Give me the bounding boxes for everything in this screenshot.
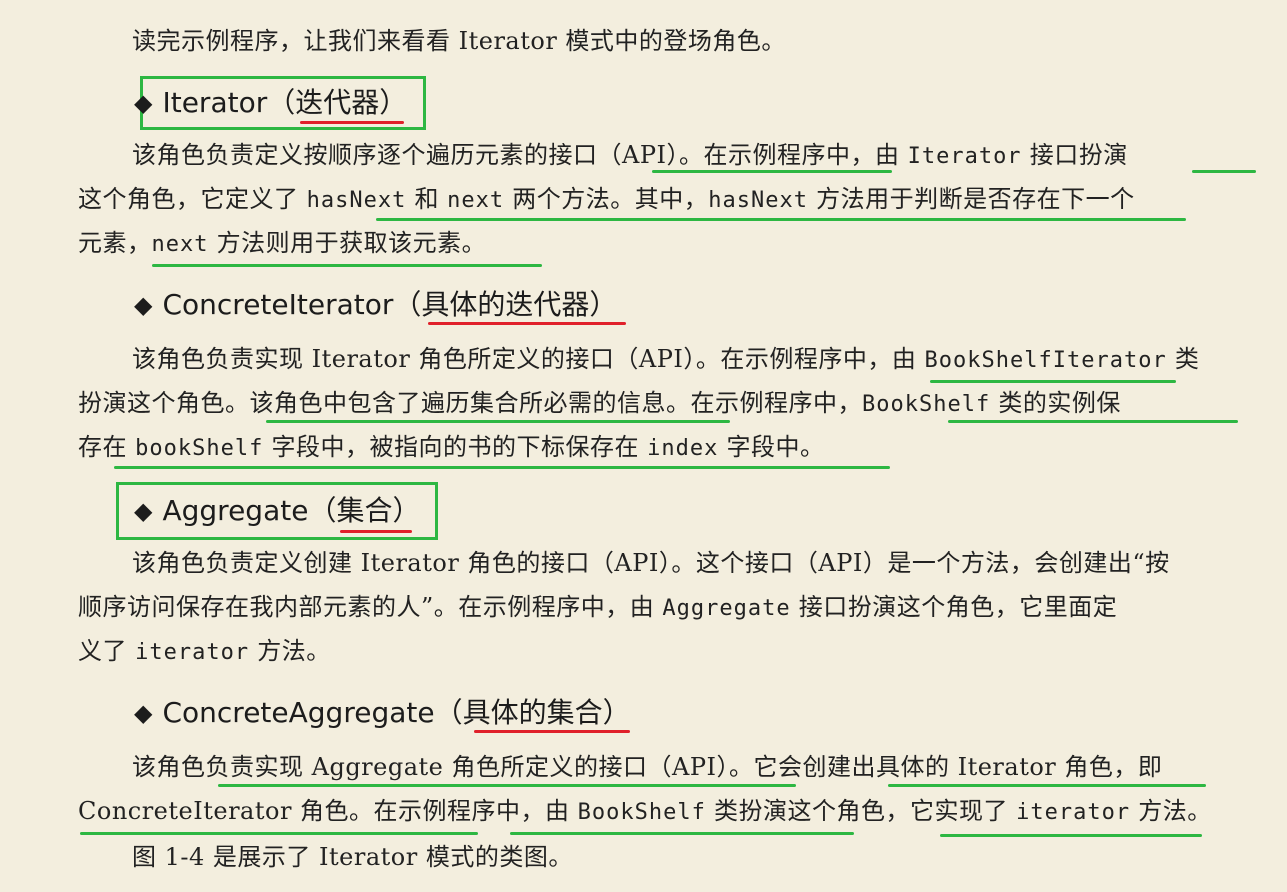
text-run: 类的实例保 [990,389,1121,417]
code-run: hasNext [306,188,407,213]
paragraph-line: 该角色负责定义创建 Iterator 角色的接口（API）。这个接口（API）是… [132,548,1170,578]
green-underline [930,380,1176,383]
text-run: 方法则用于获取该元素。 [208,229,487,257]
paragraph-line: ConcreteIterator 角色。在示例程序中，由 BookShelf 类… [78,796,1212,828]
text-run: 存在 [78,433,136,461]
code-run: iterator [1016,800,1131,825]
green-underline [114,466,890,469]
code-run: bookShelf [135,436,264,461]
text-run: 类 [1166,345,1200,373]
text-run: 和 [406,185,448,213]
text-run: 接口扮演 [1021,141,1128,169]
green-underline [888,784,1206,787]
text-run: 字段中。 [718,433,825,461]
paren-close: ） [602,696,631,729]
green-underline [80,832,478,835]
green-underline [266,420,730,423]
text-run: 该角色负责实现 Iterator 角色所定义的接口（API）。在示例程序中，由 [132,345,925,373]
paren-open: （ [434,696,463,729]
text-run: 元素， [78,229,152,257]
text-run: 方法用于判断是否存在下一个 [807,185,1135,213]
text-run: 接口扮演这个角色，它里面定 [790,593,1118,621]
code-run: BookShelfIterator [924,348,1167,373]
text-run: 方法。 [249,637,331,665]
text-run: 该角色负责实现 Aggregate 角色所定义的接口（API）。它会创建出具体的… [132,753,1163,781]
heading-label: 具体的迭代器 [421,288,590,321]
paragraph-line: 存在 bookShelf 字段中，被指向的书的下标保存在 index 字段中。 [78,432,825,464]
paragraph-line: 义了 iterator 方法。 [78,636,331,668]
intro-text: 读完示例程序，让我们来看看 Iterator 模式中的登场角色。 [132,27,786,55]
red-underline [300,121,404,124]
code-run: hasNext [708,188,808,213]
text-run: 义了 [78,637,136,665]
paragraph-line: 元素，next 方法则用于获取该元素。 [78,228,486,260]
code-run: iterator [135,640,250,665]
red-underline [474,730,630,733]
text-run: 两个方法。其中， [504,185,709,213]
text-run: 该角色负责定义按顺序逐个遍历元素的接口（API）。在示例程序中，由 [132,141,908,169]
heading-name: Aggregate [162,494,309,527]
paren-open: （ [267,86,296,119]
paragraph-line: 该角色负责实现 Aggregate 角色所定义的接口（API）。它会创建出具体的… [132,752,1162,782]
diamond-bullet-icon: ◆ [134,699,153,727]
code-run: BookShelf [577,800,706,825]
paragraph-line: 顺序访问保存在我内部元素的人”。在示例程序中，由 Aggregate 接口扮演这… [78,592,1117,624]
heading-label: 具体的集合 [462,696,603,729]
green-underline [376,218,1186,221]
text-run: 类扮演这个角色，它实现了 [705,797,1017,825]
code-run: next [447,188,505,213]
code-run: Iterator [907,144,1022,169]
section-heading-concrete-iterator: ◆ ConcreteIterator（具体的迭代器） [134,288,617,322]
paren-close: ） [379,86,408,119]
text-run: 扮演这个角色。该角色中包含了遍历集合所必需的信息。在示例程序中， [78,389,862,417]
text-run: 顺序访问保存在我内部元素的人”。在示例程序中，由 [78,593,663,621]
heading-name: ConcreteIterator [162,288,394,321]
green-underline [948,420,1238,423]
paragraph-line: 该角色负责定义按顺序逐个遍历元素的接口（API）。在示例程序中，由 Iterat… [132,140,1128,172]
code-run: index [647,436,719,461]
heading-label: 集合 [336,494,393,527]
paragraph-line: 该角色负责实现 Iterator 角色所定义的接口（API）。在示例程序中，由 … [132,344,1199,376]
red-underline [340,530,412,533]
text-run: 该角色负责定义创建 Iterator 角色的接口（API）。这个接口（API）是… [132,549,1170,577]
diamond-bullet-icon: ◆ [134,497,153,525]
paren-close: ） [589,288,618,321]
figure-caption-text: 图 1-4 是展示了 Iterator 模式的类图。 [132,843,573,871]
paren-open: （ [393,288,422,321]
text-run: 这个角色，它定义了 [78,185,307,213]
diamond-bullet-icon: ◆ [134,89,153,117]
green-underline [218,784,796,787]
green-underline [652,170,892,173]
green-underline [510,832,854,835]
text-run: ConcreteIterator 角色。在示例程序中，由 [78,797,578,825]
paren-open: （ [308,494,337,527]
section-heading-concrete-aggregate: ◆ ConcreteAggregate（具体的集合） [134,696,631,730]
section-heading-iterator: ◆ Iterator（迭代器） [134,86,407,120]
heading-label: 迭代器 [295,86,380,119]
paragraph-line: 扮演这个角色。该角色中包含了遍历集合所必需的信息。在示例程序中，BookShel… [78,388,1121,420]
green-underline [940,834,1202,837]
paren-close: ） [392,494,421,527]
green-underline [1192,170,1256,173]
red-underline [428,322,626,325]
text-run: 字段中，被指向的书的下标保存在 [263,433,648,461]
heading-name: Iterator [162,86,268,119]
diamond-bullet-icon: ◆ [134,291,153,319]
section-heading-aggregate: ◆ Aggregate（集合） [134,494,420,528]
heading-name: ConcreteAggregate [162,696,435,729]
code-run: next [151,232,209,257]
paragraph-line: 这个角色，它定义了 hasNext 和 next 两个方法。其中，hasNext… [78,184,1135,216]
code-run: Aggregate [662,596,791,621]
book-page: 读完示例程序，让我们来看看 Iterator 模式中的登场角色。 ◆ Iterat… [0,0,1287,892]
green-underline [152,264,542,267]
text-run: 方法。 [1130,797,1212,825]
code-run: BookShelf [862,392,991,417]
